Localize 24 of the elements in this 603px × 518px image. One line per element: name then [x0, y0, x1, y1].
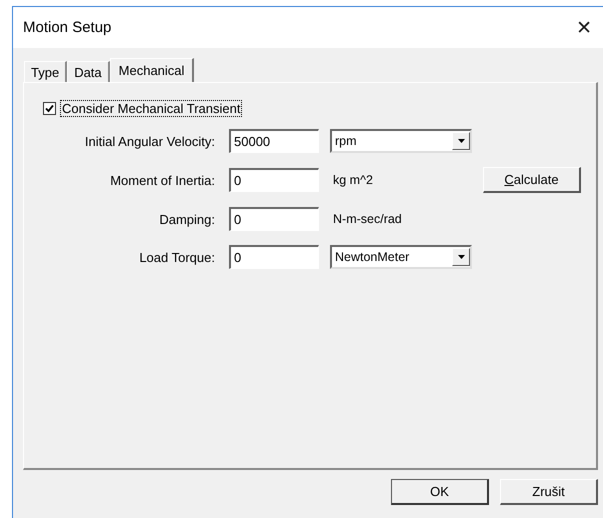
- ok-button[interactable]: OK: [391, 479, 489, 505]
- caret-icon: [458, 139, 464, 143]
- checkbox-label[interactable]: Consider Mechanical Transient: [60, 100, 242, 117]
- input-field[interactable]: 0: [229, 245, 319, 269]
- unit-label: kg m^2: [333, 173, 374, 187]
- field-label: Moment of Inertia:: [110, 172, 215, 188]
- dropdown[interactable]: NewtonMeter: [330, 245, 472, 269]
- checkbox[interactable]: [43, 102, 56, 115]
- input-field[interactable]: 0: [229, 168, 319, 192]
- caret-icon: [458, 255, 464, 259]
- input-field[interactable]: 50000: [229, 129, 319, 153]
- input-field[interactable]: 0: [229, 207, 319, 231]
- tab[interactable]: Data: [67, 61, 110, 82]
- tab[interactable]: Mechanical: [110, 58, 194, 82]
- calculate-button[interactable]: Calculate: [483, 167, 581, 193]
- field-label: Load Torque:: [139, 250, 215, 264]
- window-title: Motion Setup: [23, 19, 112, 36]
- dropdown[interactable]: rpm: [330, 129, 472, 153]
- tab[interactable]: Type: [24, 61, 68, 82]
- cancel-button[interactable]: Zrušit: [500, 479, 598, 505]
- field-label: Damping:: [159, 212, 215, 226]
- unit-label: N-m-sec/rad: [333, 212, 403, 226]
- field-label: Initial Angular Velocity:: [84, 134, 215, 148]
- close-button[interactable]: ✕: [573, 16, 595, 38]
